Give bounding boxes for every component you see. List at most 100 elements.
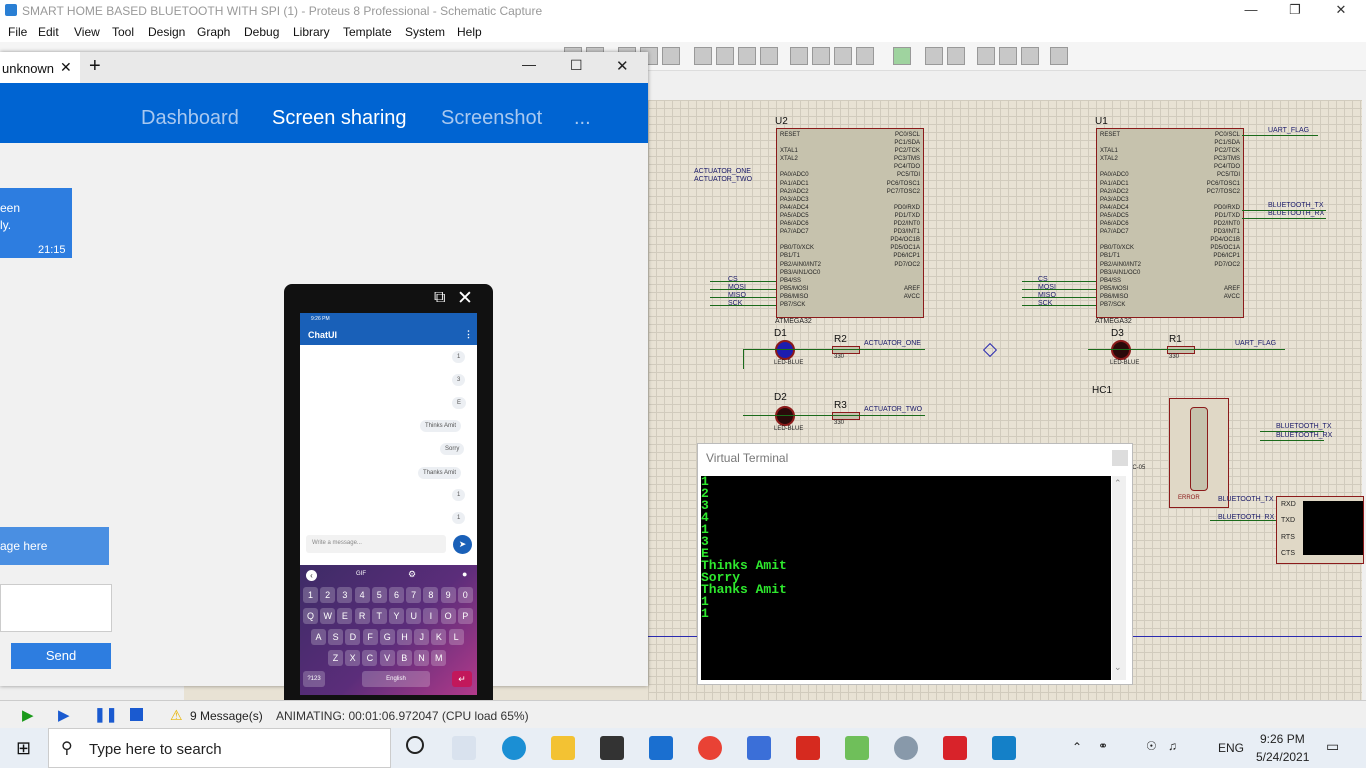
property-tool-icon[interactable] — [947, 47, 965, 65]
vt-scroll-down-icon[interactable]: ⌄ — [1114, 662, 1122, 673]
cortana-icon[interactable] — [406, 736, 424, 754]
kb-back-icon[interactable]: ‹ — [306, 570, 317, 581]
close-tab-icon[interactable]: ✕ — [60, 59, 72, 76]
nav-screen-sharing[interactable]: Screen sharing — [272, 107, 407, 130]
block-copy-icon[interactable] — [694, 47, 712, 65]
kb-key-o[interactable]: O — [440, 608, 456, 624]
vt-output[interactable]: 1 2 3 4 1 3 E Thinks Amit Sorry Thanks A… — [701, 475, 1111, 680]
kb-key-a[interactable]: A — [311, 629, 326, 645]
kb-key-x[interactable]: X — [345, 650, 361, 666]
open-external-icon[interactable]: ⧉ — [434, 289, 445, 307]
kb-key-v[interactable]: V — [379, 650, 395, 666]
windows-start-icon[interactable]: ⊞ — [16, 738, 31, 759]
search-icon[interactable] — [925, 47, 943, 65]
new-sheet-icon[interactable] — [977, 47, 995, 65]
menu-help[interactable]: Help — [457, 25, 482, 39]
kb-key-y[interactable]: Y — [389, 608, 404, 624]
netlist-icon[interactable] — [1050, 47, 1068, 65]
nav-screenshot[interactable]: Screenshot — [441, 107, 542, 130]
d1-led[interactable] — [775, 340, 795, 360]
pause-icon[interactable]: ❚❚ — [94, 706, 117, 723]
store-icon[interactable] — [600, 736, 624, 760]
minimize-button[interactable]: — — [1236, 2, 1266, 20]
kb-keys[interactable]: 1 2 3 4 5 6 7 8 9 0 Q W E R T Y U I O P A S D F G H J K L Z X C V B N M ?123… — [300, 587, 477, 693]
play-icon[interactable]: ▶ — [22, 706, 34, 724]
kb-key-s[interactable]: S — [328, 629, 344, 645]
vt-scroll-up-icon[interactable]: ⌃ — [1114, 478, 1122, 489]
task-view-icon[interactable] — [452, 736, 476, 760]
restore-button[interactable]: ❐ — [1280, 2, 1310, 20]
file-explorer-icon[interactable] — [551, 736, 575, 760]
wire-autorouter-icon[interactable] — [893, 47, 911, 65]
kb-key-l[interactable]: L — [448, 629, 464, 645]
menu-template[interactable]: Template — [343, 25, 392, 39]
taskbar-search[interactable]: ⚲ Type here to search — [48, 728, 391, 768]
make-device-icon[interactable] — [812, 47, 830, 65]
kb-key-r[interactable]: R — [354, 608, 370, 624]
kb-key-1[interactable]: 1 — [303, 587, 318, 603]
close-phone-icon[interactable]: ✕ — [457, 287, 473, 310]
remove-sheet-icon[interactable] — [999, 47, 1017, 65]
d2-led[interactable] — [775, 406, 795, 426]
r1-resistor[interactable] — [1167, 346, 1195, 354]
menu-system[interactable]: System — [405, 25, 445, 39]
kb-key-p[interactable]: P — [457, 608, 473, 624]
pick-parts-icon[interactable] — [790, 47, 808, 65]
decompose-icon[interactable] — [856, 47, 874, 65]
vt-scrollbar[interactable]: ⌃ ⌄ — [1112, 476, 1126, 680]
messages-count[interactable]: 9 Message(s) — [190, 709, 263, 723]
kb-symbols-key[interactable]: ?123 — [303, 671, 325, 687]
virtual-terminal-component[interactable]: RXD TXD RTS CTS — [1276, 496, 1364, 564]
menu-tool[interactable]: Tool — [112, 25, 134, 39]
close-button[interactable]: ✕ — [1326, 2, 1356, 20]
kb-key-f[interactable]: F — [362, 629, 378, 645]
kb-key-j[interactable]: J — [414, 629, 430, 645]
menu-file[interactable]: File — [8, 25, 27, 39]
app-icon-2[interactable] — [845, 736, 869, 760]
kb-key-3[interactable]: 3 — [337, 587, 353, 603]
kb-key-4[interactable]: 4 — [354, 587, 370, 603]
kb-key-2[interactable]: 2 — [320, 587, 336, 603]
kb-key-g[interactable]: G — [379, 629, 395, 645]
kb-key-e[interactable]: E — [337, 608, 353, 624]
kb-key-q[interactable]: Q — [303, 608, 318, 624]
u1-chip[interactable]: RESET XTAL1 XTAL2 PA0/ADC0 PA1/ADC1 PA2/… — [1096, 128, 1244, 318]
kb-key-k[interactable]: K — [431, 629, 447, 645]
kb-space-key[interactable]: English — [362, 671, 430, 687]
menu-edit[interactable]: Edit — [38, 25, 59, 39]
block-delete-icon[interactable] — [760, 47, 778, 65]
paste-icon[interactable] — [662, 47, 680, 65]
kb-enter-icon[interactable]: ↵ — [452, 671, 472, 687]
share-minimize-button[interactable]: — — [522, 56, 536, 72]
kb-key-8[interactable]: 8 — [423, 587, 439, 603]
share-close-button[interactable]: ✕ — [616, 57, 629, 75]
kb-key-u[interactable]: U — [406, 608, 422, 624]
kb-key-0[interactable]: 0 — [457, 587, 473, 603]
tray-date[interactable]: 5/24/2021 — [1256, 750, 1309, 764]
warning-icon[interactable]: ⚠ — [170, 707, 183, 724]
virtual-terminal-window[interactable]: Virtual Terminal 1 2 3 4 1 3 E Thinks Am… — [697, 443, 1133, 685]
kb-key-c[interactable]: C — [362, 650, 378, 666]
r2-resistor[interactable] — [832, 346, 860, 354]
u2-chip[interactable]: RESET XTAL1 XTAL2 PA0/ADC0 PA1/ADC1 PA2/… — [776, 128, 924, 318]
stop-icon[interactable] — [130, 708, 143, 721]
kb-key-9[interactable]: 9 — [440, 587, 456, 603]
menu-design[interactable]: Design — [148, 25, 185, 39]
share-maximize-button[interactable]: ☐ — [570, 57, 583, 74]
menu-view[interactable]: View — [74, 25, 100, 39]
notification-icon[interactable]: ▭ — [1326, 738, 1339, 755]
menu-library[interactable]: Library — [293, 25, 330, 39]
menu-graph[interactable]: Graph — [197, 25, 230, 39]
phone-keyboard[interactable]: ‹ GIF ⚙ ● 1234567890 QWERTYUIOP ASDFGHJKL Z… — [300, 565, 477, 695]
screen-sharing-window[interactable]: unknown ✕ + — ☐ ✕ Dashboard Screen shari… — [0, 52, 648, 724]
app-icon-3[interactable] — [943, 736, 967, 760]
exit-to-parent-icon[interactable] — [1021, 47, 1039, 65]
block-rotate-icon[interactable] — [738, 47, 756, 65]
tray-chevron-icon[interactable]: ⌃ — [1072, 740, 1082, 754]
phone-menu-icon[interactable]: ⋮ — [464, 329, 473, 340]
kb-key-n[interactable]: N — [414, 650, 429, 666]
kb-key-h[interactable]: H — [397, 629, 412, 645]
phone-send-icon[interactable]: ➤ — [453, 535, 472, 554]
nav-dashboard[interactable]: Dashboard — [141, 107, 239, 130]
kb-key-b[interactable]: B — [396, 650, 412, 666]
